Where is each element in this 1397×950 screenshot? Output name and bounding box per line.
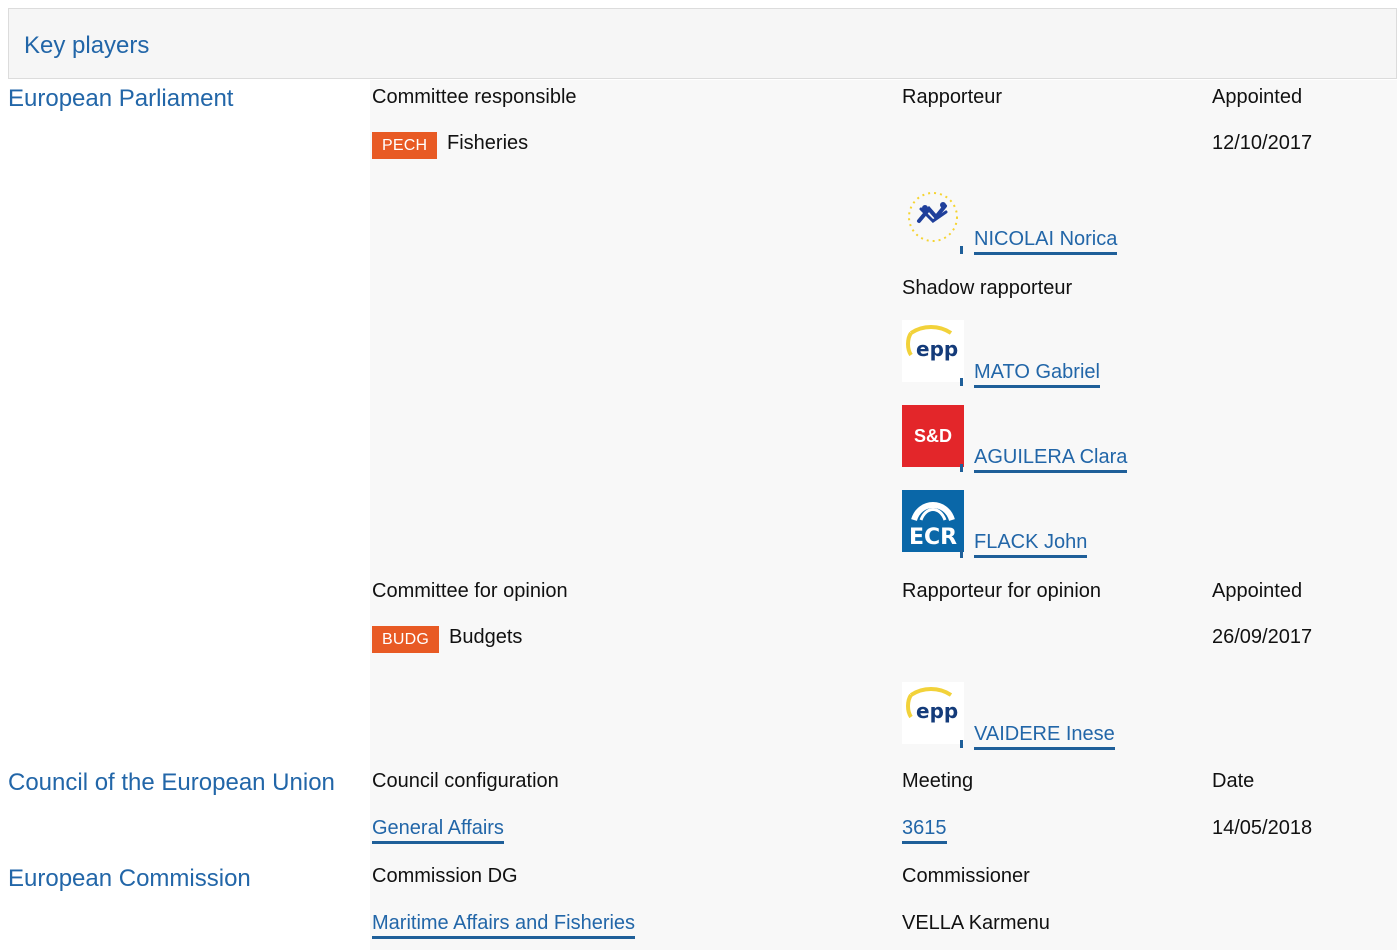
committee-badge-budg: BUDG	[372, 626, 440, 653]
committee-name-fisheries: Fisheries	[447, 132, 529, 154]
epp-logo-text: epp	[916, 337, 958, 361]
opinion-rapporteur-link-vaidere[interactable]: VAIDERE Inese	[974, 723, 1115, 750]
appointed-date-responsible: 12/10/2017	[1212, 132, 1313, 154]
header-appointed: Appointed	[1212, 86, 1303, 108]
ecr-logo-icon: ECR	[902, 490, 964, 552]
header-council-configuration: Council configuration	[372, 770, 559, 792]
logo-link-marker	[960, 740, 963, 748]
header-appointed-opinion: Appointed	[1212, 580, 1303, 602]
header-rapporteur: Rapporteur	[902, 86, 1003, 108]
meeting-link-3615[interactable]: 3615	[902, 817, 947, 844]
logo-link-marker	[960, 464, 963, 472]
committee-badge-pech: PECH	[372, 132, 438, 159]
header-commissioner: Commissioner	[902, 865, 1030, 887]
epp-logo-icon: epp	[902, 682, 964, 744]
appointed-date-opinion: 26/09/2017	[1212, 626, 1313, 648]
epp-logo-text: epp	[916, 699, 958, 723]
body-council-eu: Council of the European Union	[8, 769, 335, 796]
logo-link-marker	[960, 378, 963, 386]
shadow-link-mato[interactable]: MATO Gabriel	[974, 361, 1100, 388]
council-config-link-general-affairs[interactable]: General Affairs	[372, 817, 504, 844]
sd-logo-icon: S&D	[902, 405, 964, 467]
header-committee-opinion: Committee for opinion	[372, 580, 568, 602]
logo-link-marker	[960, 550, 963, 558]
epp-logo-icon: epp	[902, 320, 964, 382]
logo-link-marker	[960, 246, 963, 254]
shadow-rapporteur-label: Shadow rapporteur	[902, 277, 1073, 299]
header-committee-responsible: Committee responsible	[372, 86, 577, 108]
commissioner-name: VELLA Karmenu	[902, 912, 1050, 934]
header-meeting: Meeting	[902, 770, 974, 792]
body-european-commission: European Commission	[8, 865, 251, 892]
sd-logo-text: S&D	[913, 425, 952, 446]
shadow-link-aguilera[interactable]: AGUILERA Clara	[974, 446, 1128, 473]
header-commission-dg: Commission DG	[372, 865, 518, 887]
commission-dg-link-maritime-affairs[interactable]: Maritime Affairs and Fisheries	[372, 912, 636, 939]
council-date: 14/05/2018	[1212, 817, 1313, 839]
alde-logo-icon	[902, 186, 964, 248]
ecr-logo-text: ECR	[909, 525, 957, 550]
body-european-parliament: European Parliament	[8, 85, 234, 112]
rapporteur-link-nicolai[interactable]: NICOLAI Norica	[974, 228, 1118, 255]
key-players-panel: Key players European Parliament Council …	[0, 0, 1397, 950]
section-title: Key players	[24, 32, 150, 59]
shadow-link-flack[interactable]: FLACK John	[974, 531, 1088, 558]
header-date: Date	[1212, 770, 1255, 792]
section-header-bar	[8, 8, 1397, 79]
header-rapporteur-opinion: Rapporteur for opinion	[902, 580, 1102, 602]
committee-name-budgets: Budgets	[449, 626, 523, 648]
